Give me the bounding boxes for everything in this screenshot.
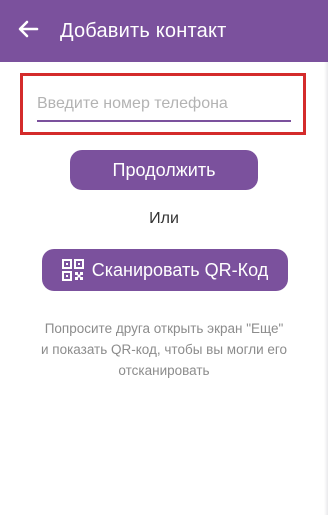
phone-number-input[interactable] <box>37 88 291 122</box>
scan-qr-button-label: Сканировать QR-Код <box>91 259 269 280</box>
continue-button[interactable]: Продолжить <box>70 150 258 190</box>
page-edge-shadow <box>324 62 328 515</box>
arrow-left-icon <box>17 18 39 45</box>
back-button[interactable] <box>0 0 56 62</box>
continue-button-label: Продолжить <box>112 159 216 180</box>
scan-qr-button[interactable]: Сканировать QR-Код <box>42 249 288 291</box>
page-title: Добавить контакт <box>60 19 227 42</box>
qr-code-icon <box>61 259 84 281</box>
qr-hint-text: Попросите друга открыть экран "Еще" и по… <box>40 321 288 378</box>
app-bar: Добавить контакт <box>0 0 328 62</box>
or-divider-text: Или <box>149 210 179 227</box>
